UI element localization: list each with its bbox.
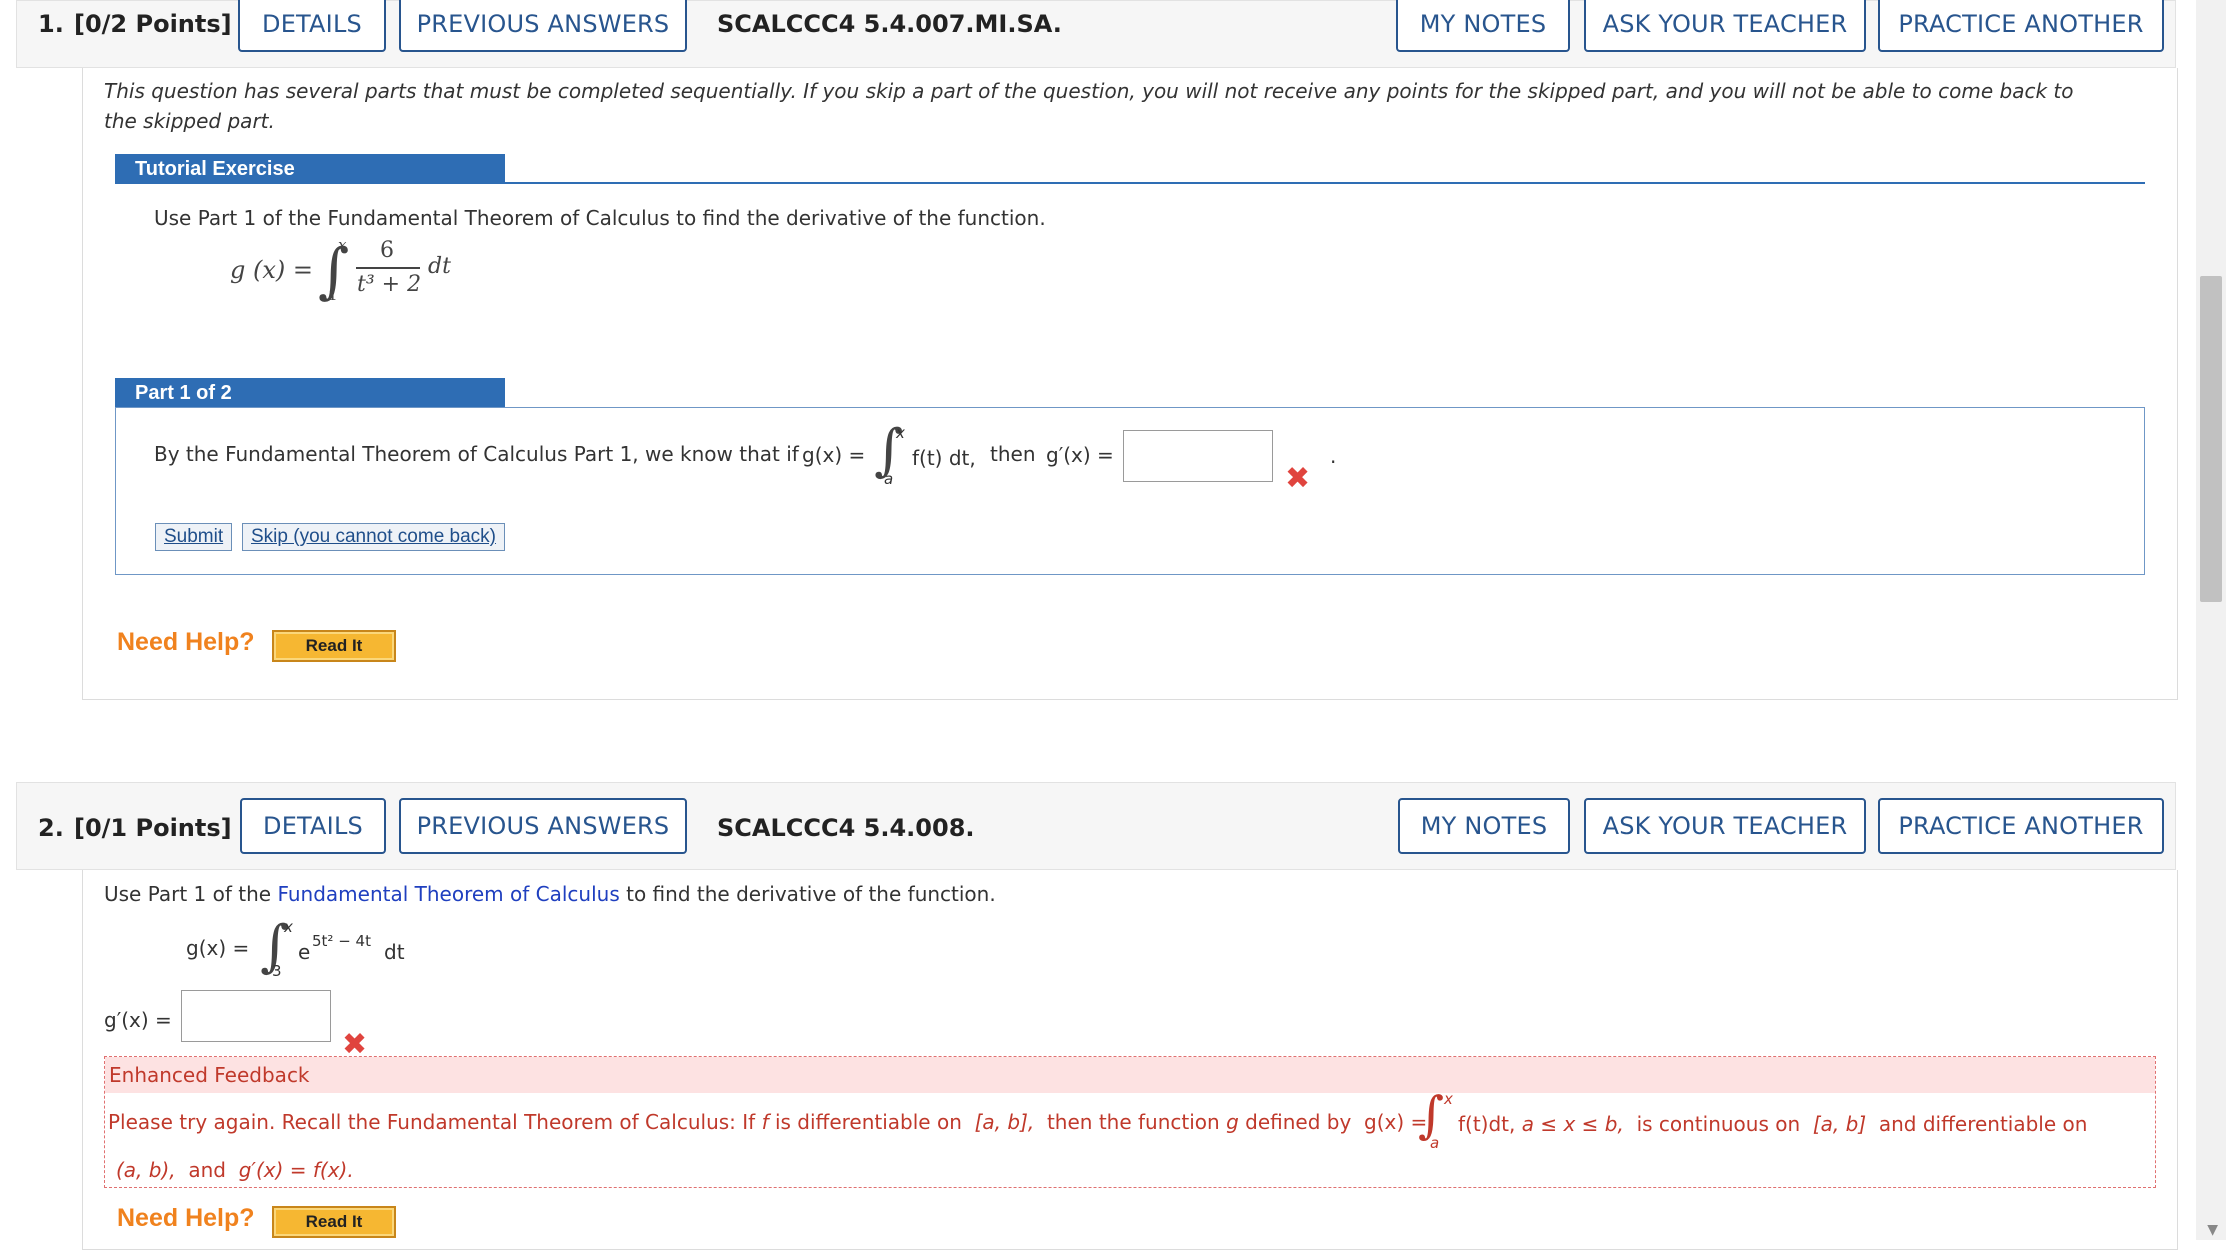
feedback-conclusion: g′(x) = f(x). bbox=[238, 1158, 354, 1182]
q1-formula-lower-limit: 1 bbox=[328, 286, 338, 304]
q1-number: 1. bbox=[38, 10, 64, 38]
q1-part-text: By the Fundamental Theorem of Calculus P… bbox=[154, 442, 799, 466]
q1-details-button[interactable]: DETAILS bbox=[238, 0, 386, 52]
feedback-line-1-end: f(t)dt, a ≤ x ≤ b, is continuous on [a, … bbox=[1458, 1112, 2087, 1136]
q1-submit-button[interactable]: Submit bbox=[155, 523, 233, 551]
q1-question-code: SCALCCC4 5.4.007.MI.SA. bbox=[717, 10, 1062, 38]
tutorial-exercise-tab: Tutorial Exercise bbox=[115, 154, 505, 184]
q2-number: 2. bbox=[38, 814, 64, 842]
q1-read-it-button[interactable]: Read It bbox=[272, 630, 396, 662]
q2-previous-answers-button[interactable]: PREVIOUS ANSWERS bbox=[399, 798, 687, 854]
page-scrollbar[interactable] bbox=[2196, 0, 2226, 1240]
q1-practice-another-button[interactable]: PRACTICE ANOTHER bbox=[1878, 0, 2164, 52]
q1-part-gprime: g′(x) = bbox=[1046, 443, 1114, 467]
feedback-text-pre: Please try again. Recall the Fundamental… bbox=[108, 1110, 756, 1134]
q1-formula-lhs: g (x) = bbox=[230, 256, 313, 284]
q2-formula-dt: dt bbox=[384, 940, 405, 964]
q1-instruction: Use Part 1 of the Fundamental Theorem of… bbox=[154, 206, 1046, 230]
scrollbar-thumb[interactable] bbox=[2200, 276, 2222, 602]
q1-part-lower-limit: a bbox=[884, 470, 894, 488]
feedback-upper-limit: x bbox=[1444, 1090, 1453, 1108]
feedback-g: g bbox=[1226, 1110, 1239, 1134]
feedback-interval-1: [a, b], bbox=[974, 1110, 1035, 1134]
q2-read-it-button[interactable]: Read It bbox=[272, 1206, 396, 1238]
feedback-text-mid: is differentiable on bbox=[774, 1110, 962, 1134]
q1-part-period: . bbox=[1330, 444, 1337, 468]
q2-instruction: Use Part 1 of the Fundamental Theorem of… bbox=[104, 882, 996, 906]
feedback-text-mid3: defined by bbox=[1245, 1110, 1352, 1134]
feedback-text-end: and differentiable on bbox=[1878, 1112, 2088, 1136]
scroll-down-arrow-icon[interactable]: ▼ bbox=[2207, 1222, 2218, 1238]
q1-sequential-note: This question has several parts that mus… bbox=[104, 79, 2074, 133]
q1-part-integrand: f(t) dt, bbox=[912, 446, 976, 470]
feedback-integrand: f(t)dt, bbox=[1458, 1112, 1516, 1136]
q2-details-button[interactable]: DETAILS bbox=[240, 798, 386, 854]
q2-answer-label: g′(x) = bbox=[104, 1008, 172, 1032]
q2-points: [0/1 Points] bbox=[74, 814, 232, 842]
feedback-f: f bbox=[761, 1110, 769, 1134]
q1-skip-button[interactable]: Skip (you cannot come back) bbox=[242, 523, 506, 551]
q2-instruction-post: to find the derivative of the function. bbox=[626, 882, 996, 906]
q1-part-gx: g(x) = bbox=[802, 443, 866, 467]
feedback-line-1: Please try again. Recall the Fundamental… bbox=[108, 1110, 1427, 1134]
feedback-interval-2: [a, b] bbox=[1812, 1112, 1867, 1136]
q1-ask-teacher-button[interactable]: ASK YOUR TEACHER bbox=[1584, 0, 1866, 52]
q2-my-notes-button[interactable]: MY NOTES bbox=[1398, 798, 1570, 854]
q1-answer-input[interactable] bbox=[1123, 430, 1273, 482]
feedback-interval-3: (a, b), bbox=[116, 1158, 176, 1182]
q2-formula-lhs: g(x) = bbox=[186, 936, 250, 960]
feedback-condition: a ≤ x ≤ b, bbox=[1521, 1112, 1624, 1136]
feedback-text-mid4: is continuous on bbox=[1636, 1112, 1801, 1136]
feedback-lower-limit: a bbox=[1430, 1134, 1440, 1152]
enhanced-feedback-title: Enhanced Feedback bbox=[105, 1057, 2155, 1093]
q1-fraction-bar bbox=[356, 267, 420, 269]
q1-part-then: then bbox=[990, 442, 1036, 466]
q2-ask-teacher-button[interactable]: ASK YOUR TEACHER bbox=[1584, 798, 1866, 854]
part-1-of-2-tab: Part 1 of 2 bbox=[115, 378, 505, 408]
feedback-text-mid2: then the function bbox=[1046, 1110, 1220, 1134]
q1-incorrect-icon: ✖ bbox=[1285, 461, 1311, 496]
q2-formula-base: e bbox=[298, 940, 311, 964]
q1-need-help-label: Need Help? bbox=[117, 628, 255, 656]
q2-answer-input[interactable] bbox=[181, 990, 331, 1042]
q1-previous-answers-button[interactable]: PREVIOUS ANSWERS bbox=[399, 0, 687, 52]
q1-my-notes-button[interactable]: MY NOTES bbox=[1396, 0, 1570, 52]
q2-formula-exponent: 5t² − 4t bbox=[312, 932, 371, 950]
q2-instruction-pre: Use Part 1 of the bbox=[104, 882, 272, 906]
q2-ftc-link[interactable]: Fundamental Theorem of Calculus bbox=[277, 882, 619, 906]
q1-part-upper-limit: x bbox=[896, 424, 905, 442]
tutorial-divider bbox=[505, 182, 2145, 184]
q2-need-help-label: Need Help? bbox=[117, 1204, 255, 1232]
q2-question-code: SCALCCC4 5.4.008. bbox=[717, 814, 975, 842]
feedback-line-2: (a, b), and g′(x) = f(x). bbox=[116, 1158, 354, 1182]
q2-formula-lower-limit: 3 bbox=[272, 962, 282, 980]
q2-formula-upper-limit: x bbox=[284, 918, 293, 936]
q1-formula-upper-limit: x bbox=[338, 236, 347, 254]
q1-formula-numerator: 6 bbox=[380, 238, 394, 263]
q1-points: [0/2 Points] bbox=[74, 10, 232, 38]
q1-formula-dt: dt bbox=[428, 254, 451, 279]
q1-formula-denominator: t³ + 2 bbox=[357, 272, 422, 297]
q2-practice-another-button[interactable]: PRACTICE ANOTHER bbox=[1878, 798, 2164, 854]
feedback-and: and bbox=[188, 1158, 226, 1182]
